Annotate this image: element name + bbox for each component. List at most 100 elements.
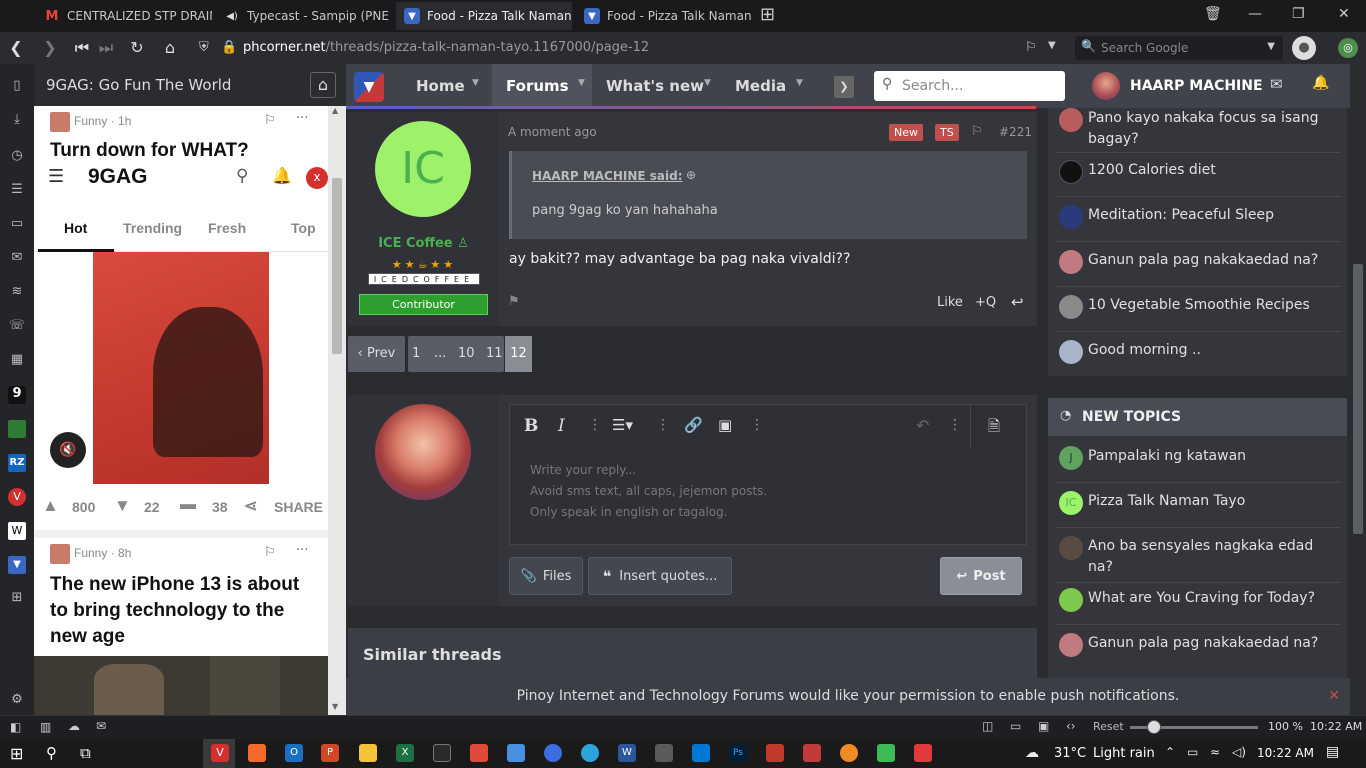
prev-button[interactable]: ‹ Prev xyxy=(348,336,405,372)
trash-icon[interactable]: 🗑 xyxy=(1204,6,1222,22)
nav-whats-new[interactable]: What's new xyxy=(606,64,704,108)
settings-icon[interactable]: ⚙ xyxy=(8,692,26,710)
bookmark-icon[interactable]: ⚐ xyxy=(264,113,276,128)
sidebar-topic[interactable]: What are You Craving for Today? xyxy=(1059,588,1339,612)
more-icon[interactable]: ··· xyxy=(296,543,308,558)
mute-icon[interactable]: 🔇 xyxy=(50,432,86,468)
arrow-up-circle-icon[interactable]: ⊕ xyxy=(686,168,696,182)
tab-top[interactable]: Top xyxy=(291,220,316,236)
rewind-icon[interactable]: ⏮ xyxy=(72,38,92,58)
9gag-icon[interactable]: 9 xyxy=(8,386,26,404)
avatar[interactable]: x xyxy=(306,167,328,189)
weather-icon[interactable]: ☁ xyxy=(1025,745,1039,761)
windows-start-icon[interactable]: ⊞ xyxy=(10,744,23,763)
calendar-taskbar-icon[interactable] xyxy=(507,744,525,762)
messenger-taskbar-icon[interactable] xyxy=(544,744,562,762)
wifi-icon[interactable]: ≈ xyxy=(1210,745,1220,759)
comment-icon[interactable]: ▬ xyxy=(180,496,196,514)
user-avatar[interactable] xyxy=(1092,72,1120,100)
9gag-logo[interactable]: 9GAG xyxy=(88,165,148,189)
powerpoint-taskbar-icon[interactable]: P xyxy=(321,744,339,762)
brave-taskbar-icon[interactable] xyxy=(248,744,266,762)
excel-taskbar-icon[interactable]: X xyxy=(396,744,414,762)
upvote-icon[interactable]: ▲ xyxy=(42,496,59,516)
capture-icon[interactable]: ◫ xyxy=(982,719,993,733)
chevron-down-icon[interactable]: ▼ xyxy=(1267,41,1275,52)
tiling-icon[interactable]: ▥ xyxy=(40,720,51,734)
post-image[interactable] xyxy=(34,656,328,715)
maximize-icon[interactable]: ❐ xyxy=(1292,6,1305,22)
photoshop-taskbar-icon[interactable]: Ps xyxy=(729,744,747,762)
back-icon[interactable]: ❮ xyxy=(6,38,26,57)
app-taskbar-icon[interactable] xyxy=(692,744,710,762)
tab-typecast[interactable]: ◀) Typecast - Sampip (PNE Co xyxy=(216,2,392,30)
post-category[interactable]: Funny xyxy=(74,114,107,128)
app-taskbar-icon[interactable] xyxy=(840,744,858,762)
bookmarks-icon[interactable]: ▯ xyxy=(8,78,26,96)
fastforward-icon[interactable]: ⏭ xyxy=(96,38,116,58)
chevron-down-icon[interactable]: ▼ xyxy=(1048,40,1056,51)
bookmark-icon[interactable]: ⚐ xyxy=(1025,40,1037,55)
forward-icon[interactable]: ❯ xyxy=(40,38,60,57)
inbox-icon[interactable]: ✉ xyxy=(1270,75,1283,93)
downloads-icon[interactable]: ⤓ xyxy=(8,112,26,130)
image-icon[interactable]: ▣ xyxy=(718,416,732,434)
bold-icon[interactable]: B xyxy=(524,416,538,436)
reply-icon[interactable]: ↩ xyxy=(1011,293,1024,311)
sidebar-thread[interactable]: Good morning .. xyxy=(1059,340,1339,364)
quote-author[interactable]: HAARP MACHINE said: xyxy=(532,169,683,183)
italic-icon[interactable]: I xyxy=(558,416,565,436)
more-vertical-icon[interactable]: ⋮ xyxy=(948,417,962,433)
tab-gmail[interactable]: M CENTRALIZED STP DRAIN L xyxy=(36,2,212,30)
scroll-up-icon[interactable]: ▲ xyxy=(332,106,338,115)
calendar-icon[interactable]: ▦ xyxy=(8,352,26,370)
preview-icon[interactable]: 🗎 xyxy=(988,416,1000,441)
tile-icon[interactable]: ▭ xyxy=(1010,719,1021,733)
zoom-slider[interactable] xyxy=(1130,720,1258,734)
files-button[interactable]: 📎 Files xyxy=(509,557,583,595)
site-logo[interactable]: ▼ xyxy=(354,72,384,102)
post-category[interactable]: Funny xyxy=(74,546,107,560)
profile-icon[interactable]: ● xyxy=(1292,36,1316,60)
vivaldi-icon[interactable]: V xyxy=(8,488,26,506)
cloud-icon[interactable]: ☁ xyxy=(68,719,80,733)
minimize-icon[interactable]: — xyxy=(1248,6,1262,22)
telegram-taskbar-icon[interactable] xyxy=(581,744,599,762)
tab-trending[interactable]: Trending xyxy=(123,220,182,236)
page-10[interactable]: 10 xyxy=(458,346,475,361)
add-panel-icon[interactable]: ⊞ xyxy=(8,590,26,608)
feed-icon[interactable]: ≋ xyxy=(8,284,26,302)
history-icon[interactable]: ◷ xyxy=(8,148,26,166)
battery-icon[interactable]: ▭ xyxy=(1187,745,1198,759)
wikipedia-icon[interactable]: W xyxy=(8,522,26,540)
share-button[interactable]: SHARE xyxy=(274,499,323,515)
bell-icon[interactable]: 🔔 xyxy=(272,166,292,185)
scrollbar-thumb[interactable] xyxy=(332,178,342,354)
volume-icon[interactable]: ◁) xyxy=(1232,745,1246,759)
search-icon[interactable]: ⚲ xyxy=(46,744,57,762)
forum-search-input[interactable]: ⚲ Search... xyxy=(874,71,1065,101)
undo-icon[interactable]: ↶ xyxy=(916,416,929,435)
search-icon[interactable]: ⚲ xyxy=(236,166,248,186)
weather-temp[interactable]: 31°C xyxy=(1054,746,1086,761)
notifications-icon[interactable]: ▤ xyxy=(1326,744,1339,760)
page-ellipsis[interactable]: ... xyxy=(434,346,446,361)
bookmark-icon[interactable]: ⚐ xyxy=(264,545,276,560)
nav-forums[interactable]: Forums xyxy=(506,64,569,108)
sidebar-topic[interactable]: Ganun pala pag nakakaedad na? xyxy=(1059,633,1339,657)
panel-scrollbar[interactable]: ▲ ▼ xyxy=(328,106,346,715)
rz-icon[interactable]: RZ xyxy=(8,454,26,472)
page-11[interactable]: 11 xyxy=(486,346,503,361)
post-avatar[interactable]: IC xyxy=(375,121,471,217)
taskbar-clock[interactable]: 10:22 AM xyxy=(1257,746,1314,760)
sidebar-thread[interactable]: 1200 Calories diet xyxy=(1059,160,1339,184)
tab-food[interactable]: ▼ Food - Pizza Talk Naman Ta xyxy=(576,2,752,30)
mail-icon[interactable]: ✉ xyxy=(8,250,26,268)
post-username[interactable]: ICE Coffee xyxy=(378,236,452,251)
calculator-taskbar-icon[interactable] xyxy=(655,744,673,762)
chevron-down-icon[interactable]: ▼ xyxy=(796,78,803,88)
panel-toggle-icon[interactable]: ◧ xyxy=(10,720,21,734)
tab-food-active[interactable]: ▼ Food - Pizza Talk Naman Ta xyxy=(396,2,572,30)
close-icon[interactable]: ✕ xyxy=(1328,678,1340,715)
chevron-up-icon[interactable]: ⌃ xyxy=(1165,745,1175,759)
